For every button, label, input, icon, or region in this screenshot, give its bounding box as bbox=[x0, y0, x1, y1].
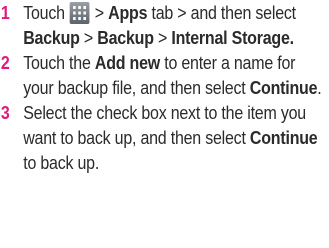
step-number: 1 bbox=[0, 2, 10, 23]
step-3: 3 Select the check box next to the item … bbox=[0, 100, 324, 175]
step-text: . bbox=[317, 77, 322, 98]
backup-label: Backup bbox=[97, 27, 154, 48]
step-text: to back up. bbox=[23, 152, 100, 173]
step-text: > bbox=[90, 2, 109, 23]
internal-storage-label: Internal Storage. bbox=[171, 27, 294, 48]
instruction-steps: 1 Touch > Apps tab > and then select Bac… bbox=[0, 0, 329, 175]
apps-grid-icon bbox=[69, 2, 90, 24]
step-2: 2 Touch the Add new to enter a name for … bbox=[0, 50, 324, 100]
step-text: > bbox=[79, 27, 98, 48]
apps-tab-label: Apps bbox=[108, 2, 148, 23]
continue-label: Continue bbox=[249, 77, 318, 98]
step-number: 3 bbox=[0, 102, 10, 123]
step-text: Touch the bbox=[23, 52, 95, 73]
step-text: Touch bbox=[23, 2, 70, 23]
step-text: > bbox=[153, 27, 172, 48]
step-1: 1 Touch > Apps tab > and then select Bac… bbox=[0, 0, 324, 50]
step-number: 2 bbox=[0, 52, 10, 73]
continue-label: Continue bbox=[249, 127, 318, 148]
add-new-label: Add new bbox=[94, 52, 160, 73]
step-text: tab > and then select bbox=[147, 2, 296, 23]
backup-label: Backup bbox=[23, 27, 80, 48]
